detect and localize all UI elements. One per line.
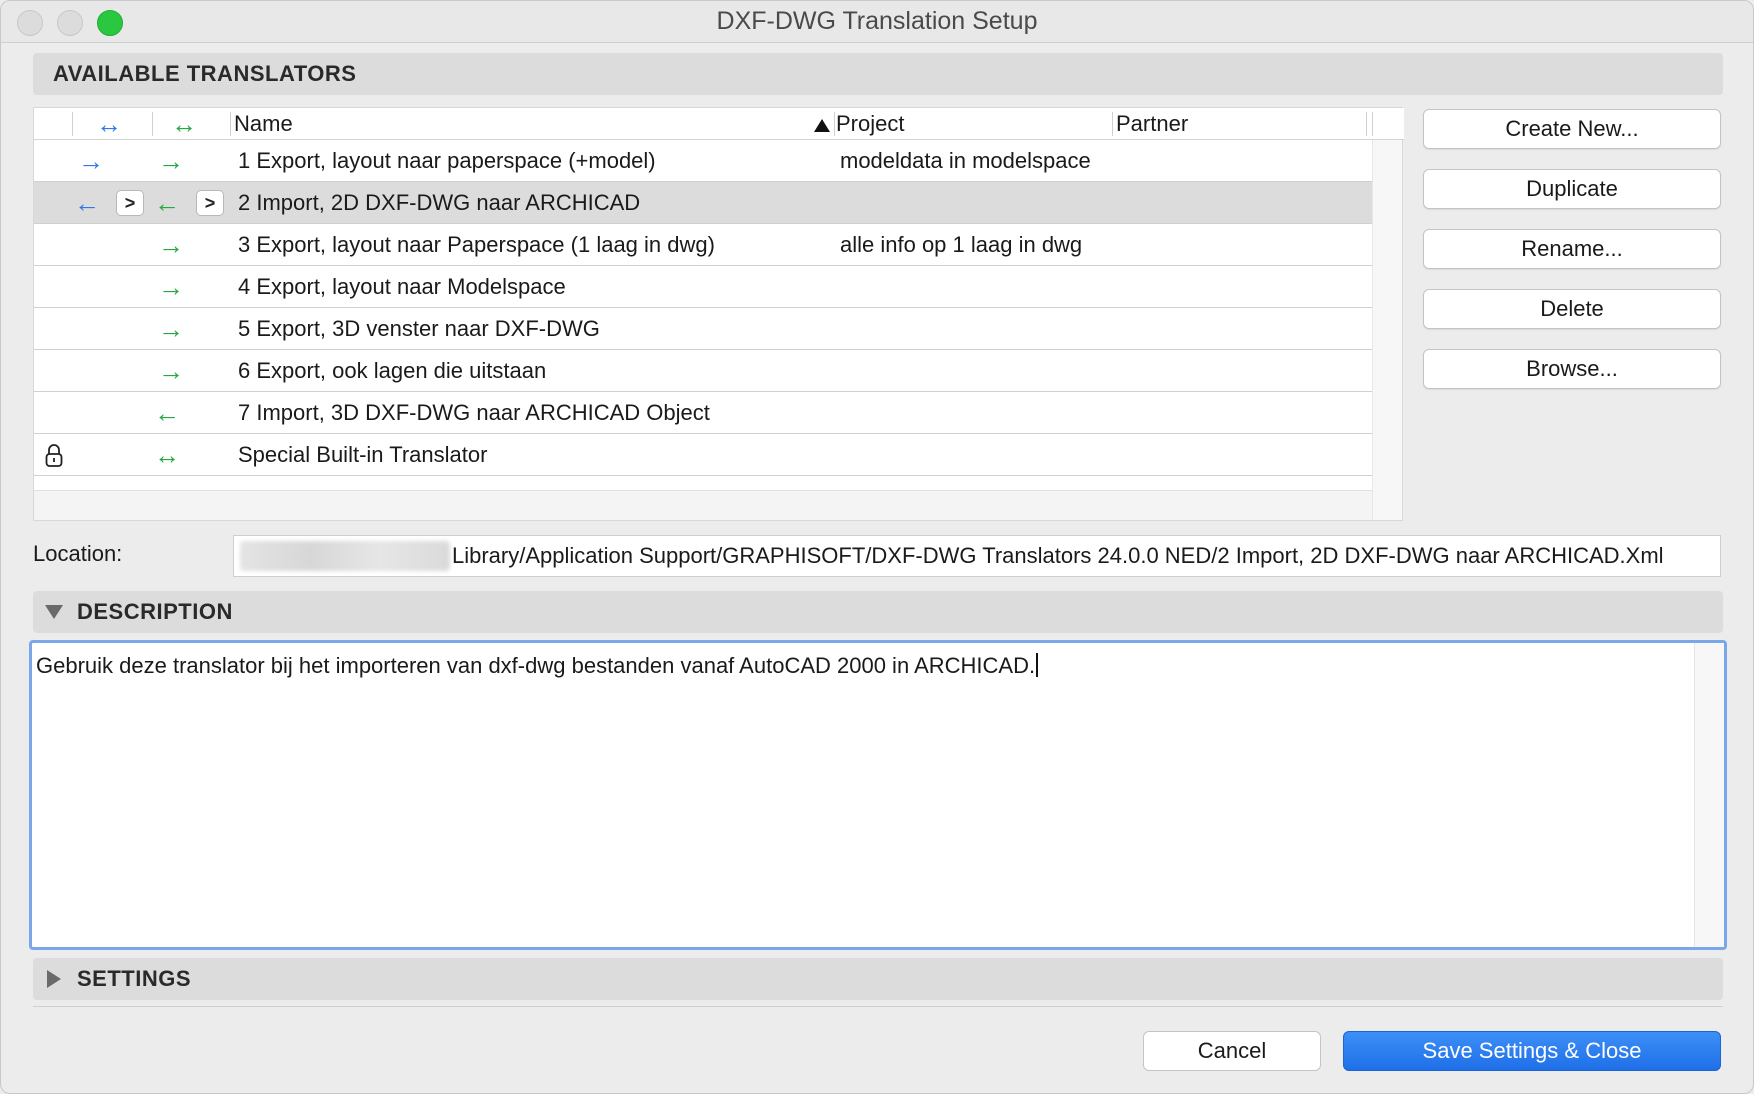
row-project: alle info op 1 laag in dwg [840,231,1083,257]
location-label: Location: [33,541,123,566]
description-label: DESCRIPTION [77,599,233,624]
disclosure-triangle-down-icon[interactable] [45,605,63,619]
browse-button[interactable]: Browse... [1423,349,1721,389]
bidirectional-arrow-icon: ↔ [96,109,122,139]
redacted-user-path [240,541,450,571]
text-caret [1036,653,1039,677]
row-name: 5 Export, 3D venster naar DXF-DWG [238,315,600,341]
settings-label: SETTINGS [77,966,192,991]
location-field: Library/Application Support/GRAPHISOFT/D… [233,535,1721,577]
vertical-scrollbar[interactable] [1372,140,1402,520]
table-row[interactable]: → 5 Export, 3D venster naar DXF-DWG [34,308,1372,350]
description-scrollbar[interactable] [1694,643,1724,947]
row-name: Special Built-in Translator [238,441,488,467]
column-header-project[interactable]: Project [836,110,904,138]
row-project: modeldata in modelspace [840,147,1091,173]
export-arrow-icon: → [158,145,184,176]
table-row[interactable]: → 4 Export, layout naar Modelspace [34,266,1372,308]
column-header-partner[interactable]: Partner [1116,110,1188,138]
available-translators-label: AVAILABLE TRANSLATORS [53,61,357,86]
location-path: Library/Application Support/GRAPHISOFT/D… [452,543,1664,568]
export-arrow-icon: → [78,145,104,176]
row-name: 2 Import, 2D DXF-DWG naar ARCHICAD [238,189,641,215]
bidirectional-arrow-icon: ↔ [154,439,180,470]
table-row[interactable]: → 3 Export, layout naar Paperspace (1 la… [34,224,1372,266]
description-textarea[interactable]: Gebruik deze translator bij het importer… [29,640,1727,950]
description-text: Gebruik deze translator bij het importer… [36,653,1036,678]
table-row[interactable]: ↔ Special Built-in Translator [34,434,1372,476]
sort-ascending-icon [814,119,830,132]
table-row[interactable]: ← 7 Import, 3D DXF-DWG naar ARCHICAD Obj… [34,392,1372,434]
cancel-button[interactable]: Cancel [1143,1031,1321,1071]
translation-setup-window: DXF-DWG Translation Setup AVAILABLE TRAN… [0,0,1754,1094]
row-name: 4 Export, layout naar Modelspace [238,273,566,299]
window-title: DXF-DWG Translation Setup [716,7,1038,35]
row-name: 3 Export, layout naar Paperspace (1 laag… [238,231,715,257]
column-header-direction-2[interactable]: ↔ [154,110,214,138]
row-name: 1 Export, layout naar paperspace (+model… [238,147,656,173]
description-header[interactable]: DESCRIPTION [33,591,1723,633]
settings-header[interactable]: SETTINGS [33,958,1723,1000]
create-new-button[interactable]: Create New... [1423,109,1721,149]
translators-table: ↔ ↔ Name Project Partner → → 1 Export, l… [33,107,1404,521]
table-row-selected[interactable]: ← > ← > 2 Import, 2D DXF-DWG naar ARCHIC… [34,182,1372,224]
disclosure-triangle-right-icon[interactable] [47,970,61,988]
export-arrow-icon: → [158,355,184,386]
available-translators-header: AVAILABLE TRANSLATORS [33,53,1723,95]
chevron-right-icon[interactable]: > [116,190,144,216]
export-arrow-icon: → [158,229,184,260]
rename-button[interactable]: Rename... [1423,229,1721,269]
footer-divider [33,1006,1723,1007]
column-header-direction-1[interactable]: ↔ [74,110,144,138]
duplicate-button[interactable]: Duplicate [1423,169,1721,209]
table-row[interactable]: → → 1 Export, layout naar paperspace (+m… [34,140,1372,182]
title-bar: DXF-DWG Translation Setup [1,1,1753,43]
import-arrow-icon: ← [154,187,180,218]
delete-button[interactable]: Delete [1423,289,1721,329]
table-header: ↔ ↔ Name Project Partner [34,108,1404,140]
chevron-right-icon[interactable]: > [196,190,224,216]
lock-icon [45,444,63,467]
import-arrow-icon: ← [74,187,100,218]
row-name: 7 Import, 3D DXF-DWG naar ARCHICAD Objec… [238,399,710,425]
export-arrow-icon: → [158,271,184,302]
horizontal-scrollbar[interactable] [34,490,1372,520]
column-header-name[interactable]: Name [234,110,293,138]
table-row[interactable]: → 6 Export, ook lagen die uitstaan [34,350,1372,392]
bidirectional-arrow-icon: ↔ [171,109,197,139]
row-name: 6 Export, ook lagen die uitstaan [238,357,547,383]
import-arrow-icon: ← [154,397,180,428]
save-settings-close-button[interactable]: Save Settings & Close [1343,1031,1721,1071]
export-arrow-icon: → [158,313,184,344]
